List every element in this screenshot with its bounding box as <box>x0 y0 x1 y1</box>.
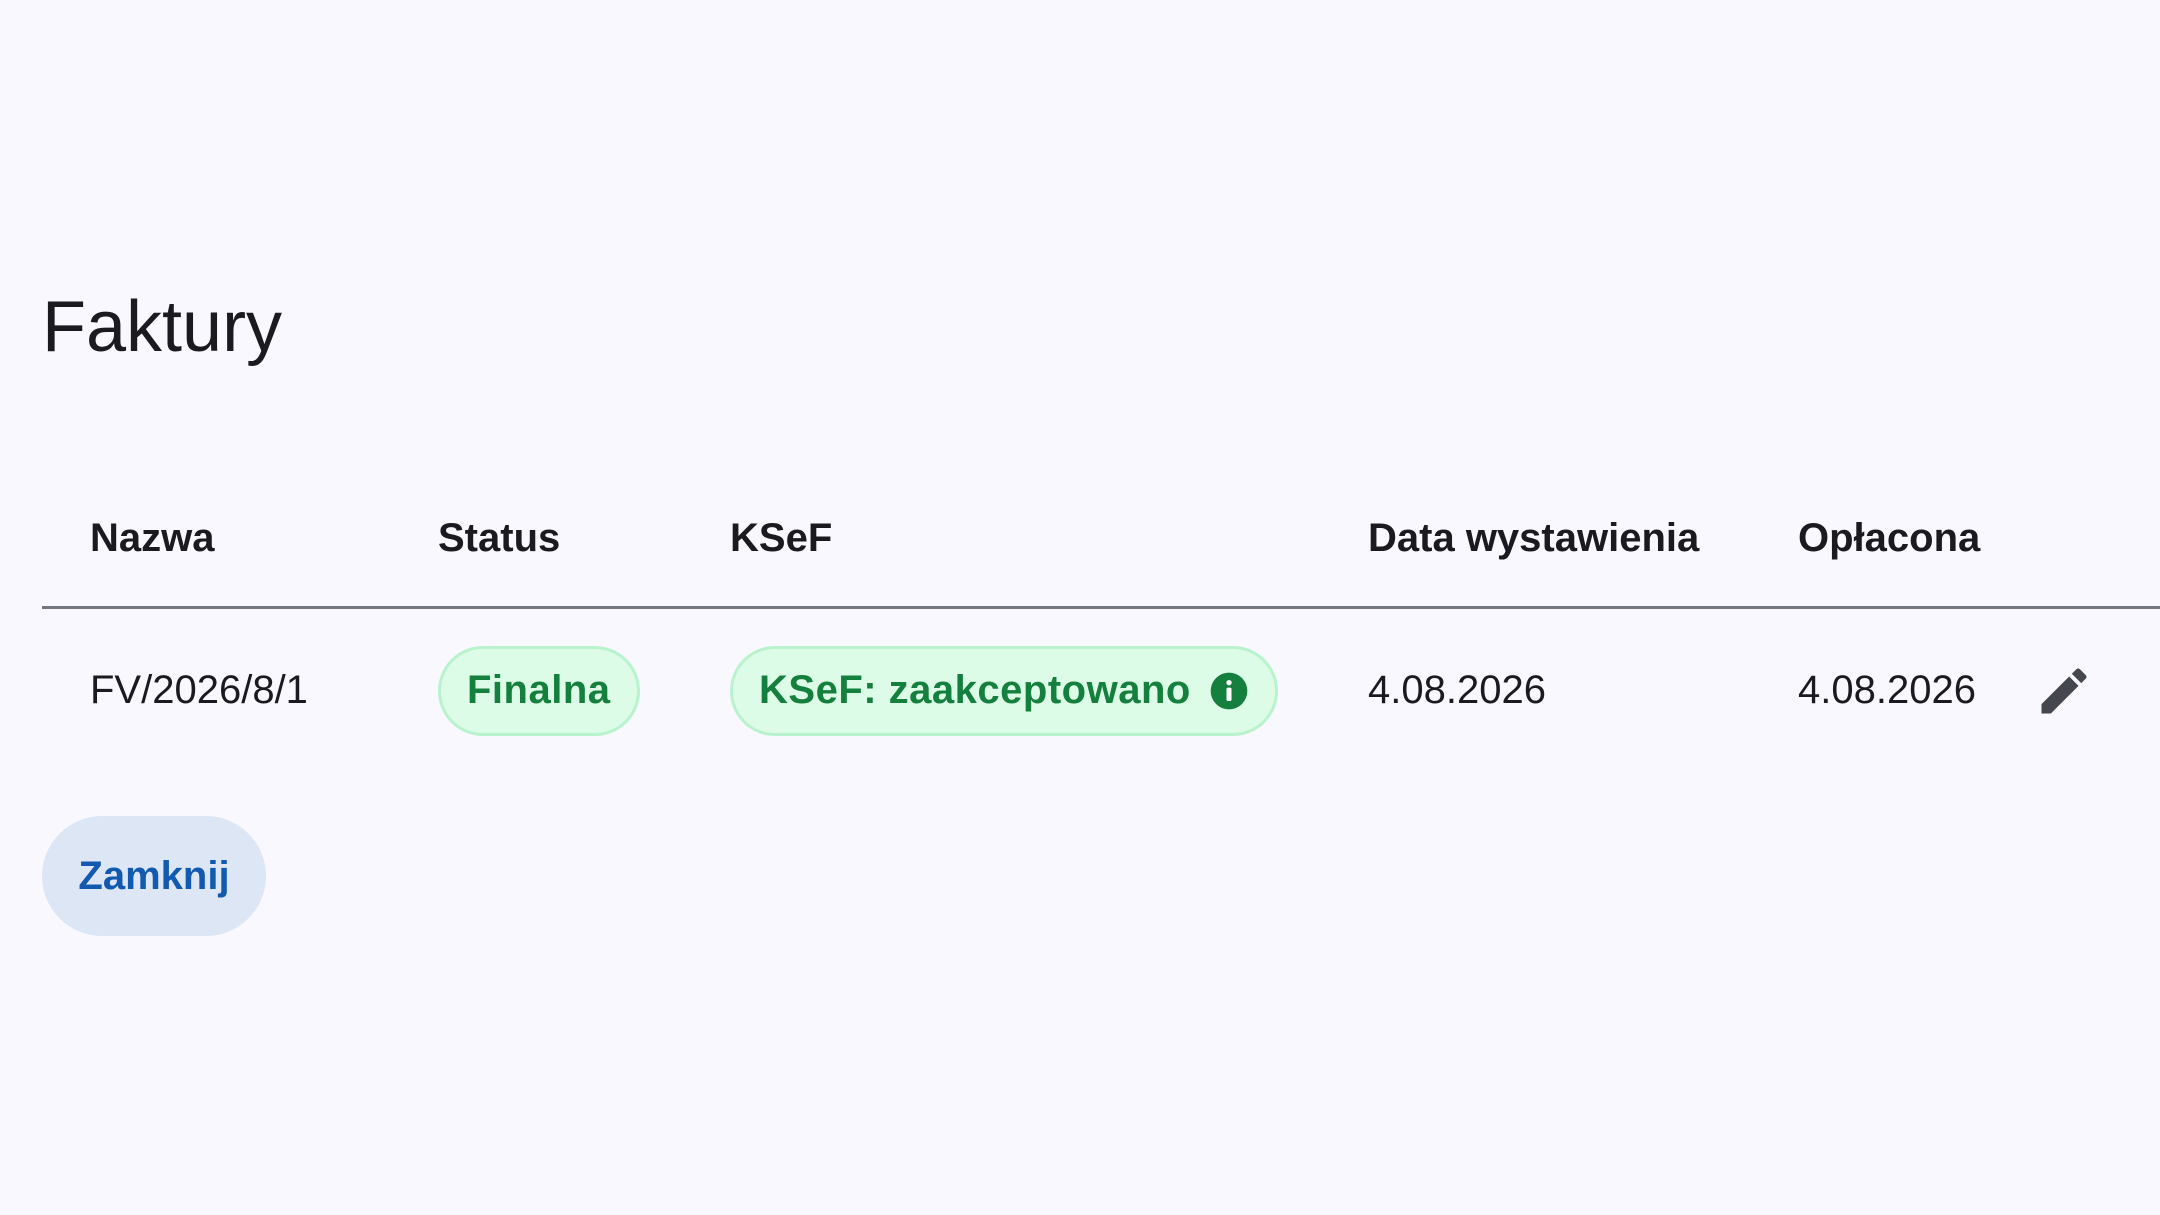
column-header-ksef: KSeF <box>730 516 833 560</box>
status-cell: Finalna <box>438 609 640 772</box>
column-header-issue-date: Data wystawienia <box>1368 516 1700 560</box>
invoices-page: Faktury Nazwa Status KSeF Data wystawien… <box>0 0 2160 1215</box>
table-header: Nazwa Status KSeF Data wystawienia Opłac… <box>42 470 2160 609</box>
status-badge-label: Finalna <box>467 668 611 712</box>
paid-date: 4.08.2026 <box>1798 668 1976 712</box>
table-row[interactable]: FV/2026/8/1 Finalna KSeF: zaakceptowano <box>42 609 2160 772</box>
pencil-icon[interactable] <box>2034 661 2094 721</box>
ksef-badge-label: KSeF: zaakceptowano <box>759 668 1191 712</box>
info-icon[interactable] <box>1209 671 1249 711</box>
ksef-cell: KSeF: zaakceptowano <box>730 609 1278 772</box>
status-badge: Finalna <box>438 645 640 736</box>
invoice-name: FV/2026/8/1 <box>90 668 308 712</box>
column-header-status: Status <box>438 516 561 560</box>
row-actions <box>2034 609 2094 772</box>
column-header-name: Nazwa <box>90 516 215 560</box>
ksef-badge: KSeF: zaakceptowano <box>730 645 1278 736</box>
close-button[interactable]: Zamknij <box>42 816 266 936</box>
issue-date: 4.08.2026 <box>1368 668 1546 712</box>
column-header-paid: Opłacona <box>1798 516 1981 560</box>
invoices-table: Nazwa Status KSeF Data wystawienia Opłac… <box>42 470 2160 772</box>
page-title: Faktury <box>42 287 283 367</box>
